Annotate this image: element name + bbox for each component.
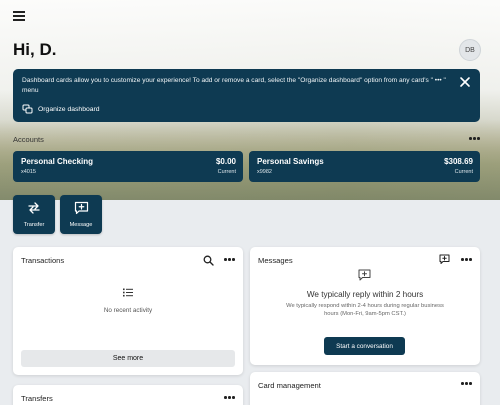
search-icon[interactable] bbox=[203, 255, 214, 266]
transactions-card: Transactions No recent activity See more bbox=[13, 247, 243, 375]
account-balance: $0.00 bbox=[215, 157, 236, 166]
see-more-button[interactable]: See more bbox=[21, 350, 235, 367]
transfer-button[interactable]: Transfer bbox=[13, 195, 55, 234]
transfers-more-menu-icon[interactable] bbox=[224, 396, 235, 399]
card-title: Card management bbox=[258, 381, 321, 390]
account-number: x4015 bbox=[21, 169, 36, 175]
messages-more-menu-icon[interactable] bbox=[461, 258, 472, 261]
message-plus-icon bbox=[358, 269, 371, 281]
accounts-more-menu-icon[interactable] bbox=[469, 137, 480, 140]
card-title: Transfers bbox=[21, 394, 53, 403]
account-name: Personal Checking bbox=[21, 157, 94, 166]
banner-text: Dashboard cards allow you to customize y… bbox=[22, 77, 446, 94]
account-card-checking[interactable]: Personal Checking x4015 $0.00 Current bbox=[13, 151, 243, 182]
accounts-section-label: Accounts bbox=[13, 135, 44, 144]
transfer-arrows-icon bbox=[28, 202, 40, 214]
organize-dashboard-button[interactable]: Organize dashboard bbox=[22, 104, 100, 114]
messages-subtext: We typically respond within 2-4 hours du… bbox=[286, 303, 444, 317]
list-icon bbox=[123, 288, 133, 297]
organize-dashboard-label: Organize dashboard bbox=[38, 105, 100, 113]
transfers-card: Transfers bbox=[13, 385, 243, 405]
message-plus-icon bbox=[74, 201, 89, 215]
card-management-card: Card management bbox=[250, 372, 480, 405]
card-management-more-menu-icon[interactable] bbox=[461, 382, 472, 385]
account-number: x9982 bbox=[257, 169, 272, 175]
organize-dashboard-icon bbox=[22, 104, 33, 114]
transfer-button-label: Transfer bbox=[23, 222, 45, 228]
message-button[interactable]: Message bbox=[60, 195, 102, 234]
account-name: Personal Savings bbox=[257, 157, 324, 166]
hamburger-menu-icon[interactable] bbox=[13, 11, 25, 21]
avatar[interactable]: DB bbox=[459, 39, 481, 61]
message-button-label: Message bbox=[69, 222, 93, 228]
account-card-savings[interactable]: Personal Savings x9982 $308.69 Current bbox=[249, 151, 480, 182]
messages-card: Messages We typically reply within 2 hou… bbox=[250, 247, 480, 365]
card-title: Messages bbox=[258, 256, 293, 265]
start-conversation-button[interactable]: Start a conversation bbox=[324, 337, 405, 355]
empty-state-text: No recent activity bbox=[103, 307, 153, 314]
account-balance-label: Current bbox=[217, 169, 236, 175]
message-plus-icon[interactable] bbox=[439, 254, 450, 265]
close-icon[interactable] bbox=[459, 75, 471, 87]
page-greeting: Hi, D. bbox=[13, 40, 57, 59]
messages-heading: We typically reply within 2 hours bbox=[306, 290, 424, 299]
account-balance-label: Current bbox=[454, 169, 473, 175]
info-banner: Dashboard cards allow you to customize y… bbox=[13, 69, 480, 122]
transactions-more-menu-icon[interactable] bbox=[224, 258, 235, 261]
account-balance: $308.69 bbox=[444, 157, 473, 166]
card-title: Transactions bbox=[21, 256, 65, 265]
